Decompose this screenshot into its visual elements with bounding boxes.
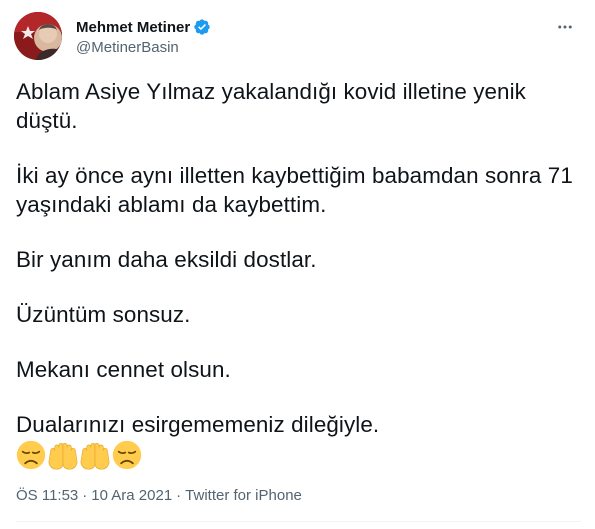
name-row: Mehmet Metiner xyxy=(76,17,211,37)
tweet-metadata: ÖS 11:53 · 10 Ara 2021 · Twitter for iPh… xyxy=(16,487,302,504)
tweet-header: Mehmet Metiner @MetinerBasin xyxy=(14,12,584,64)
disappointed-face-icon xyxy=(16,440,46,470)
ellipsis-icon xyxy=(558,25,572,29)
divider xyxy=(16,521,581,522)
meta-separator: · xyxy=(176,487,182,504)
tweet-time[interactable]: ÖS 11:53 xyxy=(16,487,78,504)
open-hands-icon xyxy=(48,440,78,470)
tweet-line: Bir yanım daha eksildi dostlar. xyxy=(16,247,317,272)
avatar-image xyxy=(14,12,62,60)
avatar[interactable] xyxy=(14,12,62,60)
tweet-source[interactable]: Twitter for iPhone xyxy=(185,487,302,504)
emoji-row xyxy=(16,440,142,472)
tweet-line: Üzüntüm sonsuz. xyxy=(16,302,191,327)
user-handle[interactable]: @MetinerBasin xyxy=(76,39,211,56)
more-options-button[interactable] xyxy=(554,16,576,38)
verified-badge-icon xyxy=(193,18,211,36)
author-info: Mehmet Metiner @MetinerBasin xyxy=(76,17,211,56)
tweet-card: Mehmet Metiner @MetinerBasin Ablam Asiye… xyxy=(0,0,595,529)
disappointed-face-icon xyxy=(112,440,142,470)
tweet-date[interactable]: 10 Ara 2021 xyxy=(91,487,172,504)
display-name[interactable]: Mehmet Metiner xyxy=(76,19,190,36)
tweet-line: Mekanı cennet olsun. xyxy=(16,357,231,382)
tweet-line: Ablam Asiye Yılmaz yakalandığı kovid ill… xyxy=(16,79,526,133)
tweet-text: Ablam Asiye Yılmaz yakalandığı kovid ill… xyxy=(16,77,581,439)
meta-separator: · xyxy=(82,487,88,504)
tweet-line: Dualarınızı esirgememeniz dileğiyle. xyxy=(16,412,380,437)
open-hands-icon xyxy=(80,440,110,470)
tweet-line: İki ay önce aynı illetten kaybettiğim ba… xyxy=(16,163,573,217)
